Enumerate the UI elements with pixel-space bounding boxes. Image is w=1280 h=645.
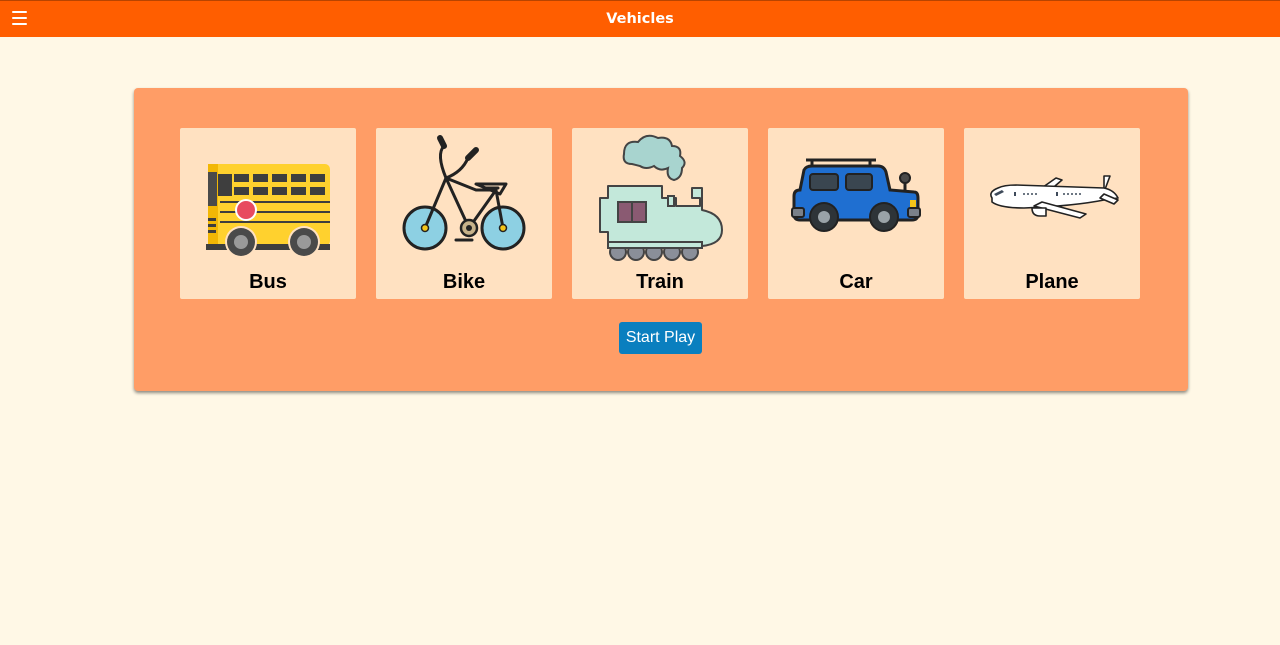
train-icon <box>599 134 723 261</box>
car-icon <box>791 158 921 232</box>
card-bike[interactable]: Bike <box>376 128 552 299</box>
card-car[interactable]: Car <box>768 128 944 299</box>
plane-icon <box>990 175 1119 219</box>
card-label: Car <box>839 271 873 293</box>
card-plane[interactable]: Plane <box>964 128 1140 299</box>
bus-icon <box>206 164 330 258</box>
card-label: Bike <box>442 271 486 293</box>
start-play-button[interactable]: Start Play <box>619 322 702 354</box>
page-title: Vehicles <box>606 11 674 27</box>
bike-icon <box>402 135 526 251</box>
card-label: Train <box>636 271 684 293</box>
top-bar: Vehicles <box>0 0 1280 37</box>
card-label: Bus <box>249 271 287 293</box>
card-train[interactable]: Train <box>572 128 748 299</box>
card-label: Plane <box>1025 271 1079 293</box>
vehicles-panel: Bus Bike Train Car Plane Start Play <box>134 88 1188 391</box>
card-bus[interactable]: Bus <box>180 128 356 299</box>
